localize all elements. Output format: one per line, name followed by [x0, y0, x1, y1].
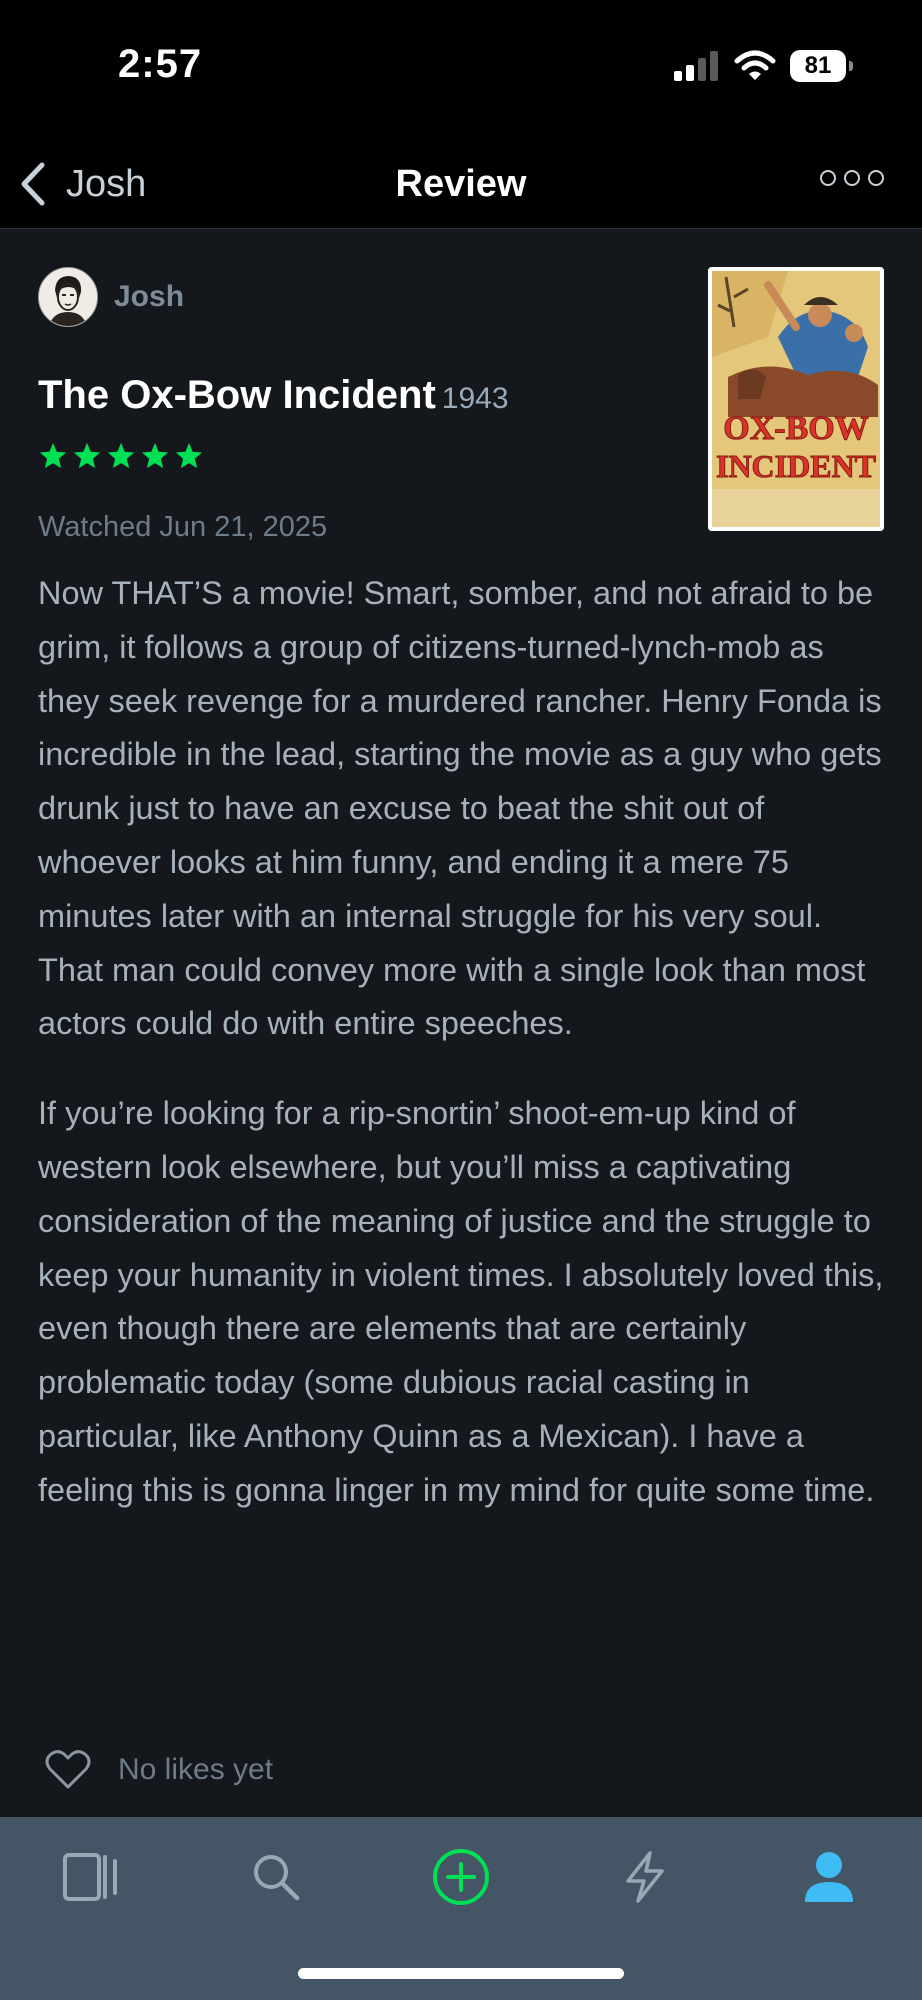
- battery-indicator: 81: [790, 50, 853, 82]
- film-title-row[interactable]: The Ox-Bow Incident 1943: [38, 373, 509, 418]
- watched-date: Watched Jun 21, 2025: [38, 511, 328, 543]
- status-time: 2:57: [118, 42, 203, 86]
- author-row[interactable]: Josh: [38, 267, 184, 327]
- films-icon: [63, 1853, 117, 1901]
- review-paragraph: Now THAT’S a movie! Smart, somber, and n…: [38, 575, 882, 1042]
- film-poster-image: OX-BOW INCIDENT: [708, 267, 884, 531]
- more-dot-icon: [844, 170, 860, 186]
- star-rating: [38, 441, 204, 471]
- avatar-portrait-icon: [39, 268, 97, 326]
- activity-icon: [626, 1851, 664, 1903]
- likes-count: No likes yet: [118, 1753, 274, 1786]
- add-icon: [433, 1849, 489, 1905]
- wifi-icon: [734, 50, 776, 80]
- likes-row: No likes yet: [44, 1749, 273, 1791]
- more-options-button[interactable]: [820, 170, 884, 186]
- star-icon: [141, 442, 169, 469]
- nav-bar: Josh Review: [0, 140, 922, 229]
- more-dot-icon: [868, 170, 884, 186]
- tab-profile[interactable]: [793, 1841, 865, 1913]
- search-icon: [254, 1855, 300, 1901]
- page-title: Review: [395, 163, 527, 205]
- poster-title-line2: INCIDENT: [716, 448, 876, 484]
- review-paragraph: If you’re looking for a rip-snortin’ sho…: [38, 1095, 884, 1508]
- cellular-signal-icon: [674, 51, 718, 81]
- tab-activity[interactable]: [609, 1841, 681, 1913]
- profile-icon: [805, 1852, 853, 1902]
- avatar: [38, 267, 98, 327]
- author-name: Josh: [114, 280, 185, 313]
- status-icons: 81: [674, 50, 853, 82]
- poster-title-line1: OX-BOW: [723, 410, 868, 447]
- film-poster[interactable]: OX-BOW INCIDENT: [708, 267, 884, 531]
- tab-add[interactable]: [425, 1841, 497, 1913]
- star-icon: [39, 442, 67, 469]
- tab-search[interactable]: [240, 1841, 312, 1913]
- star-icon: [73, 442, 101, 469]
- tab-films[interactable]: [56, 1841, 128, 1913]
- more-dot-icon: [820, 170, 836, 186]
- home-indicator: [298, 1968, 624, 1979]
- review-body: Now THAT’S a movie! Smart, somber, and n…: [38, 567, 892, 1554]
- star-icon: [107, 442, 135, 469]
- star-icon: [175, 442, 203, 469]
- film-year: 1943: [441, 382, 509, 415]
- review-content: Josh OX-BOW INCIDENT The Ox-Bow Incident…: [0, 229, 922, 1817]
- status-bar: 2:57 81: [0, 0, 922, 140]
- film-title: The Ox-Bow Incident: [38, 373, 436, 417]
- heart-icon[interactable]: [44, 1749, 92, 1791]
